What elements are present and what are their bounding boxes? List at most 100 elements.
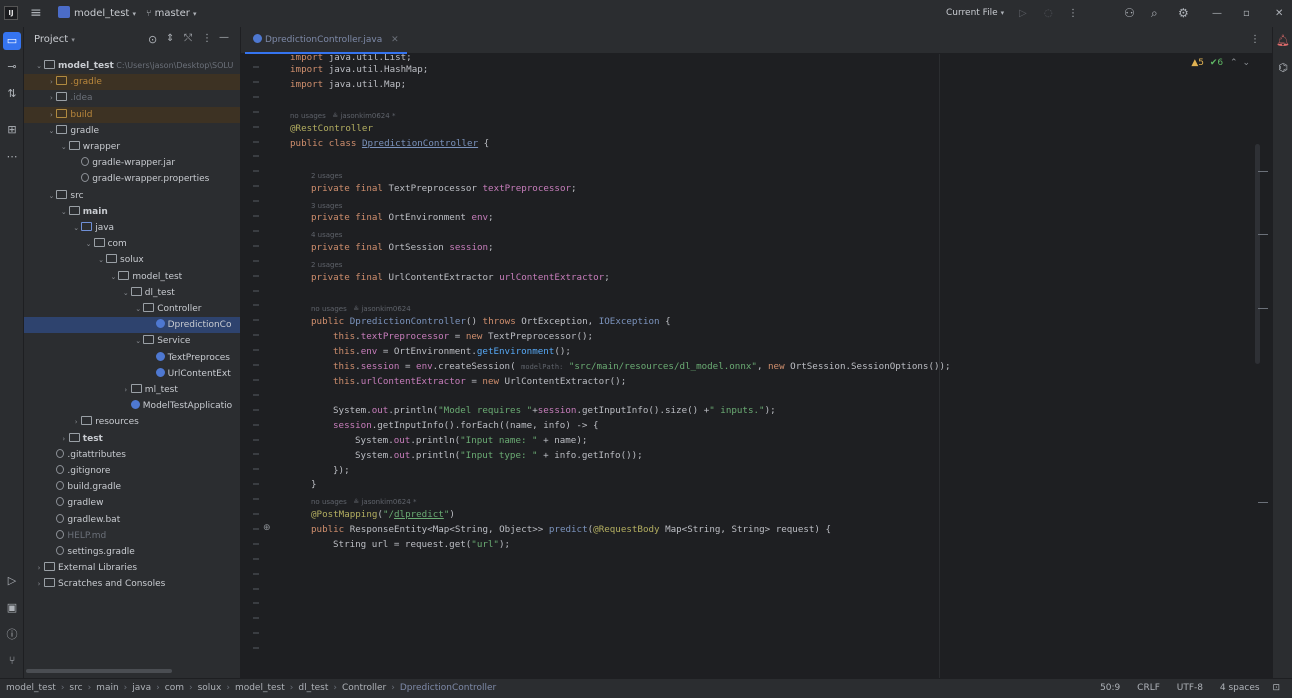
more-actions-icon[interactable]: ⋮ [1068, 0, 1078, 27]
expand-arrow-icon[interactable]: ⌄ [84, 236, 94, 252]
project-switcher[interactable]: model_test ▾ [58, 0, 136, 27]
collapse-arrow-icon[interactable]: › [121, 382, 131, 398]
caret-position[interactable]: 50:9 [1100, 683, 1120, 693]
tree-item[interactable]: TextPreproces [24, 350, 240, 366]
commit-icon[interactable]: ⊸ [3, 58, 21, 76]
expand-arrow-icon[interactable]: ⌄ [46, 123, 56, 139]
expand-arrow-icon[interactable]: ⌄ [133, 301, 143, 317]
code-editor[interactable]: ⊕ ▲5 ✔6 ⌃ ⌄ import java.util.List; import… [241, 54, 1272, 678]
breadcrumb-item[interactable]: src [69, 679, 82, 698]
tree-item[interactable]: settings.gradle [24, 544, 240, 560]
search-icon[interactable]: ⌕ [1151, 0, 1158, 27]
tree-item[interactable]: gradle-wrapper.jar [24, 155, 240, 171]
expand-arrow-icon[interactable]: ⌄ [121, 285, 131, 301]
collapse-arrow-icon[interactable]: › [71, 414, 81, 430]
hide-panel-icon[interactable]: — [219, 32, 229, 43]
expand-arrow-icon[interactable]: ⌄ [34, 58, 44, 74]
structure-icon[interactable]: ⊞ [3, 121, 21, 139]
line-separator[interactable]: CRLF [1137, 683, 1160, 693]
code-vision-hint[interactable]: 4 usages [311, 231, 342, 239]
chevron-down-icon[interactable]: ⌄ [1242, 58, 1250, 68]
expand-arrow-icon[interactable]: ⌄ [96, 252, 106, 268]
options-icon[interactable]: ⋮ [202, 33, 212, 44]
run-icon[interactable]: ▷ [1019, 0, 1027, 27]
breadcrumb-item[interactable]: DpredictionController [400, 679, 496, 698]
editor-tab-dpredictioncontroller[interactable]: DpredictionController.java ✕ [245, 27, 407, 54]
expand-arrow-icon[interactable]: ⌄ [108, 269, 118, 285]
expand-arrow-icon[interactable]: ⌄ [71, 220, 81, 236]
tree-item[interactable]: › resources [24, 414, 240, 430]
tree-item[interactable]: ⌄ java [24, 220, 240, 236]
project-panel-title[interactable]: Project ▾ [34, 34, 75, 45]
tree-item[interactable]: › .idea [24, 90, 240, 106]
expand-arrow-icon[interactable]: ⌄ [59, 204, 69, 220]
code-vision-hint[interactable]: 2 usages [311, 261, 342, 269]
project-tool-folder-icon[interactable]: ▭ [3, 32, 21, 50]
close-tab-icon[interactable]: ✕ [391, 35, 399, 45]
tree-horizontal-scrollbar[interactable] [26, 669, 172, 673]
breadcrumb-item[interactable]: dl_test [298, 679, 328, 698]
tree-item[interactable]: .gitignore [24, 463, 240, 479]
expand-arrow-icon[interactable]: ⌄ [133, 333, 143, 349]
tree-item[interactable]: ⌄ main [24, 204, 240, 220]
expand-arrow-icon[interactable]: ⌄ [46, 188, 56, 204]
tree-item[interactable]: ⌄ Service [24, 333, 240, 349]
collapse-arrow-icon[interactable]: › [46, 74, 56, 90]
branch-switcher[interactable]: ⑂ master ▾ [146, 0, 197, 27]
git-icon[interactable]: ⑂ [3, 652, 21, 670]
terminal-icon[interactable]: ▣ [3, 599, 21, 617]
settings-gear-icon[interactable]: ⚙ [1178, 0, 1189, 27]
tree-item[interactable]: › External Libraries [24, 560, 240, 576]
tree-item[interactable]: ⌄ Controller [24, 301, 240, 317]
tree-item[interactable]: › ml_test [24, 382, 240, 398]
maximize-icon[interactable]: ▫ [1243, 0, 1250, 27]
inspection-widget[interactable]: ▲5 ✔6 ⌃ ⌄ [1191, 58, 1250, 68]
tree-item[interactable]: gradlew [24, 495, 240, 511]
tree-item[interactable]: ⌄ model_test C:\Users\jason\Desktop\SOLU [24, 58, 240, 74]
tree-item[interactable]: DpredictionCo [24, 317, 240, 334]
notifications-bell-icon[interactable]: 🔔︎ [1274, 32, 1292, 50]
more-tools-icon[interactable]: ⋯ [3, 148, 21, 166]
tree-item[interactable]: ⌄ solux [24, 252, 240, 268]
debug-icon[interactable]: ◌ [1044, 0, 1053, 27]
endpoint-gutter-icon[interactable]: ⊕ [263, 523, 271, 533]
tree-item[interactable]: ⌄ src [24, 188, 240, 204]
tree-item[interactable]: gradlew.bat [24, 512, 240, 528]
tree-item[interactable]: gradle-wrapper.properties [24, 171, 240, 187]
tree-item[interactable]: ⌄ gradle [24, 123, 240, 139]
tree-item[interactable]: UrlContentExt [24, 366, 240, 382]
run-config-selector[interactable]: Current File ▾ [946, 0, 1004, 27]
pull-requests-icon[interactable]: ⇅ [3, 85, 21, 103]
tree-item[interactable]: ModelTestApplicatio [24, 398, 240, 414]
breadcrumb-item[interactable]: model_test [235, 679, 285, 698]
breadcrumb-item[interactable]: com [165, 679, 184, 698]
tree-item[interactable]: ⌄ model_test [24, 269, 240, 285]
problems-icon[interactable]: ⓘ [3, 626, 21, 644]
collapse-arrow-icon[interactable]: › [46, 107, 56, 123]
breadcrumb-item[interactable]: main [96, 679, 119, 698]
tab-options-icon[interactable]: ⋮ [1250, 34, 1260, 45]
collapse-arrow-icon[interactable]: › [59, 431, 69, 447]
expand-arrow-icon[interactable]: ⌄ [59, 139, 69, 155]
lock-icon[interactable]: ⊡ [1272, 683, 1280, 693]
tree-item[interactable]: ⌄ com [24, 236, 240, 252]
tree-item[interactable]: › .gradle [24, 74, 240, 91]
locate-file-icon[interactable]: ⊙ [148, 33, 157, 46]
collapse-arrow-icon[interactable]: › [34, 576, 44, 592]
chevron-up-icon[interactable]: ⌃ [1230, 58, 1238, 68]
breadcrumb-item[interactable]: solux [198, 679, 222, 698]
expand-all-icon[interactable]: ⇕ [166, 33, 174, 44]
code-vision-hint[interactable]: no usages ≗ jasonkim0624 [311, 305, 411, 313]
tree-item[interactable]: › test [24, 431, 240, 447]
tree-item[interactable]: HELP.md [24, 528, 240, 544]
collapse-all-icon[interactable]: ⤲ [184, 33, 192, 44]
collapse-arrow-icon[interactable]: › [46, 90, 56, 106]
minimize-icon[interactable]: — [1212, 0, 1222, 27]
file-encoding[interactable]: UTF-8 [1177, 683, 1203, 693]
run-tool-icon[interactable]: ▷ [3, 572, 21, 590]
account-icon[interactable]: ⚇ [1124, 0, 1135, 27]
tree-item[interactable]: › build [24, 106, 240, 123]
tree-item[interactable]: .gitattributes [24, 447, 240, 463]
tree-item[interactable]: build.gradle [24, 479, 240, 495]
indent-setting[interactable]: 4 spaces [1220, 683, 1260, 693]
